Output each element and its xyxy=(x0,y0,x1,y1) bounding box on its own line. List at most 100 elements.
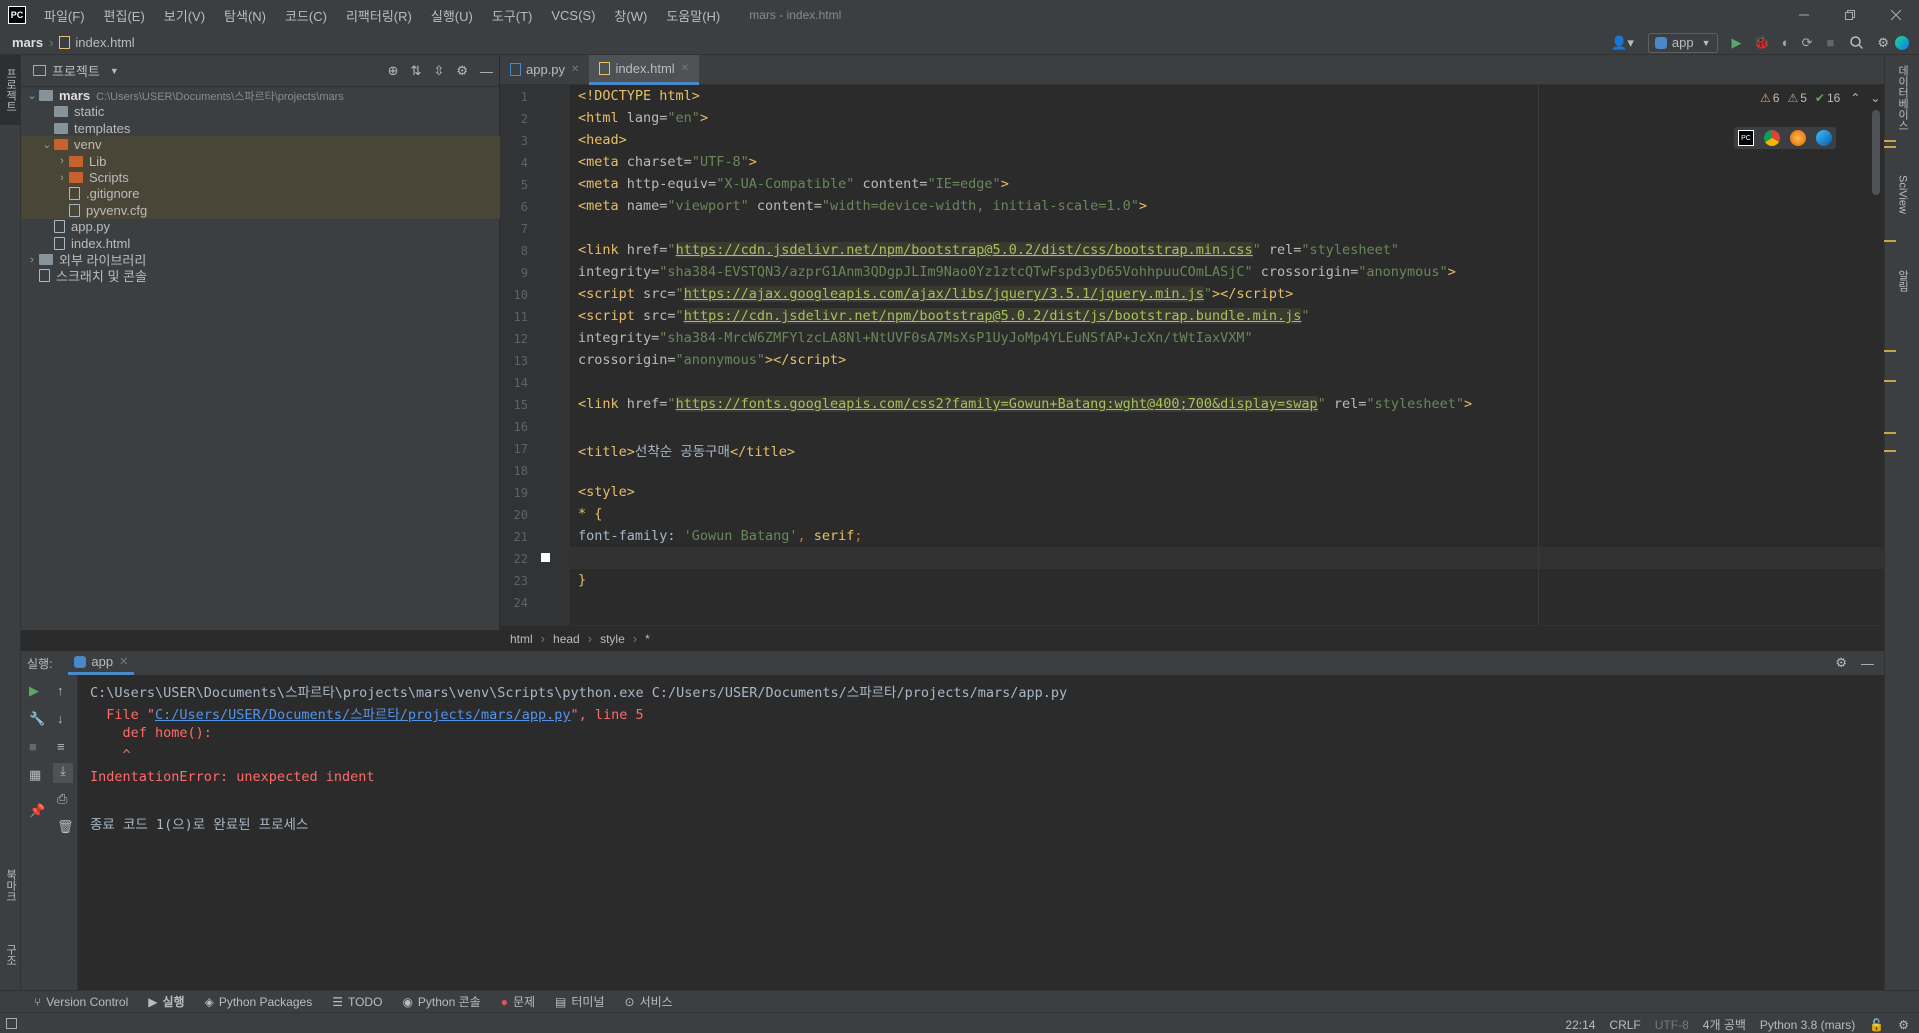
chevron-down-icon[interactable]: ⌄ xyxy=(25,89,39,102)
chevron-right-icon[interactable]: › xyxy=(55,155,69,167)
tool-window-terminal[interactable]: ▤ 터미널 xyxy=(555,993,604,1010)
gear-icon[interactable]: ⚙ xyxy=(1877,35,1889,51)
trash-icon[interactable]: 🗑 xyxy=(57,819,74,835)
tool-window-vcs[interactable]: ⑂ Version Control xyxy=(34,995,128,1009)
collapse-all-icon[interactable]: ⇳ xyxy=(433,63,444,79)
gear-icon[interactable]: ⚙ xyxy=(1835,655,1847,671)
indent-setting[interactable]: 4개 공백 xyxy=(1703,1016,1746,1033)
panel-toggle-icon[interactable] xyxy=(6,1017,17,1029)
tree-item[interactable]: 스크래치 및 콘솔 xyxy=(21,267,500,284)
run-tab-app[interactable]: app ✕ xyxy=(68,651,135,675)
breadcrumb-item[interactable]: html xyxy=(510,632,533,646)
tree-item[interactable]: ⌄ mars C:\Users\USER\Documents\스파르타\projec… xyxy=(21,87,500,104)
code-line[interactable]: <link href="https://cdn.jsdelivr.net/npm… xyxy=(578,242,1399,258)
code-line[interactable]: integrity="sha384-MrcW6ZMFYlzcLA8Nl+NtUV… xyxy=(578,330,1253,346)
chevron-right-icon[interactable]: › xyxy=(55,172,69,184)
jetbrains-icon[interactable] xyxy=(1895,35,1909,50)
caret-position[interactable]: 22:14 xyxy=(1565,1018,1595,1032)
coverage-icon[interactable]: ◐ xyxy=(1782,35,1790,50)
menu-item[interactable]: 탐색(N) xyxy=(224,6,266,25)
menu-item[interactable]: 보기(V) xyxy=(164,6,205,25)
search-icon[interactable] xyxy=(1850,36,1864,49)
chrome-icon[interactable] xyxy=(1764,130,1780,146)
restore-button[interactable] xyxy=(1827,0,1873,30)
code-line[interactable]: <style> xyxy=(578,484,635,500)
gear-icon[interactable]: ⚙ xyxy=(456,63,468,79)
user-icon[interactable]: 👤▾ xyxy=(1611,35,1634,51)
menu-item[interactable]: 코드(C) xyxy=(285,6,327,25)
inspection-widget[interactable]: ⚠ 6 ⚠ 5 ✔ 16 ⌃ ⌄ xyxy=(1760,91,1880,105)
run-config-selector[interactable]: app ▼ xyxy=(1647,32,1718,53)
tool-window-bookmarks[interactable]: 북마크 xyxy=(0,855,21,915)
run-icon[interactable]: ▶ xyxy=(1732,35,1742,51)
code-line[interactable]: integrity="sha384-EVSTQN3/azprG1Anm3QDgp… xyxy=(578,264,1456,280)
tool-window-structure[interactable]: 구조 xyxy=(0,925,21,985)
tree-item[interactable]: › Scripts xyxy=(21,169,500,186)
menu-item[interactable]: VCS(S) xyxy=(551,8,595,23)
console-file-link[interactable]: C:/Users/USER/Documents/스파르타/projects/ma… xyxy=(155,707,570,723)
tool-window-todo[interactable]: ☰ TODO xyxy=(332,995,382,1009)
close-icon[interactable]: ✕ xyxy=(119,655,128,668)
menu-item[interactable]: 도구(T) xyxy=(492,6,533,25)
tree-item[interactable]: › Lib xyxy=(21,152,500,170)
tree-item[interactable]: pyvenv.cfg xyxy=(21,201,500,219)
expand-all-icon[interactable]: ⇅ xyxy=(411,63,422,79)
breadcrumb-item[interactable]: * xyxy=(645,632,650,646)
stop-icon[interactable]: ■ xyxy=(29,739,37,754)
code-line[interactable]: <meta http-equiv="X-UA-Compatible" conte… xyxy=(578,176,1009,192)
code-line[interactable]: <head> xyxy=(578,132,627,148)
tree-item[interactable]: templates xyxy=(21,120,500,137)
tool-window-run[interactable]: ▶ 실행 xyxy=(148,993,184,1010)
code-line[interactable]: * { xyxy=(578,506,602,522)
code-line[interactable]: <!DOCTYPE html> xyxy=(578,88,700,104)
menu-item[interactable]: 실행(U) xyxy=(431,6,473,25)
tool-window-packages[interactable]: ◈ Python Packages xyxy=(205,995,313,1009)
hide-icon[interactable]: — xyxy=(1861,656,1874,671)
debug-icon[interactable]: 🐞 xyxy=(1754,35,1770,51)
tool-window-python-console[interactable]: ◉ Python 콘솔 xyxy=(402,993,480,1010)
project-panel-title[interactable]: 프로젝트 xyxy=(52,61,100,80)
code-line[interactable]: <link href="https://fonts.googleapis.com… xyxy=(578,396,1472,412)
breadcrumb-item[interactable]: style xyxy=(600,632,625,646)
git-icon[interactable]: ⚙ xyxy=(1898,1018,1909,1032)
layout-icon[interactable]: ▦ xyxy=(29,767,41,783)
code-line[interactable]: <script src="https://ajax.googleapis.com… xyxy=(578,286,1293,302)
editor-tab[interactable]: app.py ✕ xyxy=(500,55,589,85)
menu-item[interactable]: 창(W) xyxy=(614,6,647,25)
tree-item[interactable]: app.py xyxy=(21,218,500,235)
code-line[interactable]: <meta name="viewport" content="width=dev… xyxy=(578,198,1147,214)
code-line[interactable]: <meta charset="UTF-8"> xyxy=(578,154,757,170)
scroll-down-icon[interactable]: ↓ xyxy=(57,711,64,726)
firefox-icon[interactable] xyxy=(1790,130,1806,146)
close-button[interactable] xyxy=(1873,0,1919,30)
breakpoint-marker[interactable] xyxy=(541,553,550,562)
stop-icon[interactable]: ■ xyxy=(1826,35,1834,50)
menu-item[interactable]: 편집(E) xyxy=(104,6,145,25)
breadcrumb-item[interactable]: head xyxy=(553,632,580,646)
code-line[interactable]: <script src="https://cdn.jsdelivr.net/np… xyxy=(578,308,1310,324)
pycharm-browser-icon[interactable]: PC xyxy=(1738,130,1754,146)
menu-item[interactable]: 파일(F) xyxy=(44,6,85,25)
print-icon[interactable]: ⎙ xyxy=(57,791,67,807)
pin-icon[interactable]: 📌 xyxy=(29,803,45,819)
editor-tab[interactable]: index.html ✕ xyxy=(589,54,700,85)
close-icon[interactable]: ✕ xyxy=(681,63,689,74)
tool-window-services[interactable]: ⊙ 서비스 xyxy=(625,993,673,1010)
chevron-up-icon[interactable]: ⌃ xyxy=(1850,91,1860,105)
tree-item[interactable]: .gitignore xyxy=(21,185,500,203)
tree-item[interactable]: ⌄ venv xyxy=(21,136,500,154)
menu-item[interactable]: 리팩터링(R) xyxy=(346,6,412,25)
chevron-down-icon[interactable]: ⌄ xyxy=(1870,91,1880,105)
rerun-icon[interactable]: ▶ xyxy=(29,683,39,699)
file-encoding[interactable]: UTF-8 xyxy=(1655,1018,1689,1032)
close-icon[interactable]: ✕ xyxy=(571,64,579,75)
code-line[interactable]: } xyxy=(578,572,586,588)
code-line[interactable]: <title>선착순 공동구매</title> xyxy=(578,440,795,460)
editor-scrollbar[interactable] xyxy=(1872,110,1880,195)
scroll-up-icon[interactable]: ↑ xyxy=(57,683,64,698)
python-interpreter[interactable]: Python 3.8 (mars) xyxy=(1760,1018,1855,1032)
lock-icon[interactable]: 🔓 xyxy=(1869,1018,1884,1032)
tool-window-problems[interactable]: ● 문제 xyxy=(501,993,535,1010)
menu-item[interactable]: 도움말(H) xyxy=(666,6,720,25)
code-line[interactable]: <html lang="en"> xyxy=(578,110,708,126)
